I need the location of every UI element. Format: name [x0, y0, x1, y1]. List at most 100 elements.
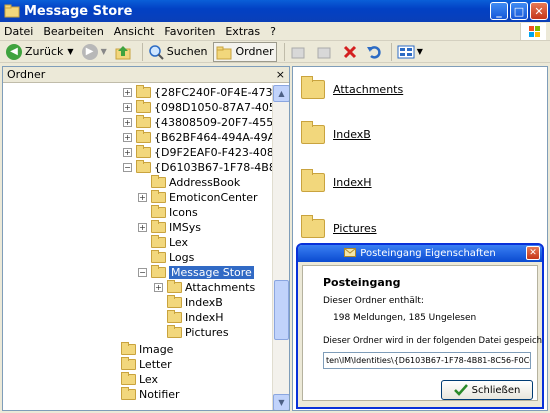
windows-logo-icon — [520, 23, 546, 40]
tree-item[interactable]: − {D6103B67-1F78-4B81-8 — [123, 160, 273, 175]
menu-favoriten[interactable]: Favoriten — [164, 25, 215, 38]
folders-button[interactable]: Ordner — [213, 41, 277, 62]
scroll-up-icon[interactable]: ▲ — [273, 85, 289, 102]
tree-item[interactable]: Image — [121, 342, 173, 357]
up-folder-icon — [115, 45, 131, 59]
folder-icon — [136, 115, 151, 128]
expand-icon[interactable]: + — [123, 118, 132, 127]
vertical-scrollbar[interactable]: ▲ ▼ — [272, 85, 289, 410]
expand-icon[interactable]: + — [123, 103, 132, 112]
folder-pane: Ordner × + {28FC240F-0F4E-4734-B + {098D10… — [2, 66, 290, 411]
file-path-field[interactable]: ten\IM\Identities\{D6103B67-1F78-4B81-8C… — [323, 352, 531, 369]
folder-tree: + {28FC240F-0F4E-4734-B + {098D1050-87A7-4… — [3, 85, 273, 410]
folder-indexh[interactable]: IndexH — [333, 176, 372, 189]
dropdown-arrow-icon: ▼ — [416, 47, 423, 56]
check-icon — [453, 384, 468, 396]
tree-item[interactable]: IndexB — [167, 295, 223, 310]
scroll-thumb[interactable] — [274, 280, 289, 340]
folder-icon[interactable] — [301, 215, 325, 238]
folder-icon — [136, 85, 151, 98]
tree-item[interactable]: AddressBook — [151, 175, 240, 190]
up-folder-button[interactable] — [113, 42, 135, 62]
maximize-button[interactable]: □ — [510, 2, 528, 20]
views-icon — [397, 45, 415, 58]
tree-item[interactable]: + {28FC240F-0F4E-4734-B — [123, 85, 273, 100]
window-title: Message Store — [24, 3, 133, 19]
folder-pictures[interactable]: Pictures — [333, 222, 377, 235]
tree-item-label: Lex — [169, 236, 189, 249]
tree-item[interactable]: + {098D1050-87A7-4056-E — [123, 100, 273, 115]
tree-item[interactable]: Lex — [151, 235, 188, 250]
expand-icon[interactable]: + — [138, 193, 147, 202]
folders-icon — [216, 46, 232, 59]
menu-help[interactable]: ? — [270, 25, 276, 38]
schliessen-button[interactable]: Schließen — [441, 380, 533, 400]
pane-title: Ordner — [7, 68, 46, 81]
folder-icon — [121, 357, 136, 370]
tree-item[interactable]: + {B62BF464-494A-49AE-9 — [123, 130, 273, 145]
folder-icon — [151, 250, 166, 263]
move-to-button[interactable] — [288, 42, 310, 62]
close-pane-icon[interactable]: × — [276, 68, 285, 81]
tree-item[interactable]: + {D9F2EAF0-F423-4089- — [123, 145, 273, 160]
folder-icon[interactable] — [301, 76, 325, 99]
dialog-title: Posteingang Eigenschaften — [360, 248, 496, 259]
dialog-message-counts: 198 Meldungen, 185 Ungelesen — [333, 313, 477, 323]
tree-item[interactable]: Lex — [121, 372, 158, 387]
tree-item[interactable]: IndexH — [167, 310, 224, 325]
folder-icon — [167, 325, 182, 338]
close-button[interactable]: ✕ — [530, 2, 548, 20]
folder-icon[interactable] — [301, 169, 325, 192]
tree-item-label: Lex — [139, 373, 159, 386]
folder-attachments[interactable]: Attachments — [333, 83, 403, 96]
tree-item[interactable]: + EmoticonCenter — [138, 190, 258, 205]
minimize-button[interactable]: _ — [490, 2, 508, 20]
tree-item-label: {D9F2EAF0-F423-4089- — [154, 146, 273, 159]
search-button[interactable]: Suchen — [146, 42, 210, 62]
toolbar-separator — [390, 42, 392, 61]
tree-item-message-store[interactable]: − Message Store — [138, 265, 254, 280]
tree-item[interactable]: Pictures — [167, 325, 229, 340]
expand-icon[interactable]: + — [123, 88, 132, 97]
folder-indexb[interactable]: IndexB — [333, 128, 371, 141]
copy-to-button[interactable] — [314, 42, 336, 62]
folder-icon — [136, 130, 151, 143]
tree-item-label: Pictures — [185, 326, 229, 339]
tree-item[interactable]: + {43808509-20F7-455F-B — [123, 115, 273, 130]
tree-item[interactable]: Notifier — [121, 387, 180, 402]
folder-icon[interactable] — [301, 121, 325, 144]
menu-bearbeiten[interactable]: Bearbeiten — [43, 25, 103, 38]
expand-icon[interactable]: + — [123, 133, 132, 142]
forward-button[interactable]: ▶ ▼ — [80, 42, 109, 62]
search-icon — [148, 44, 164, 60]
tree-item[interactable]: + Attachments — [154, 280, 255, 295]
dialog-close-button[interactable]: ✕ — [526, 246, 540, 260]
tree-item[interactable]: Logs — [151, 250, 194, 265]
back-arrow-icon: ◀ — [6, 43, 22, 60]
dropdown-arrow-icon: ▼ — [67, 47, 74, 56]
back-label: Zurück — [25, 45, 64, 58]
menu-ansicht[interactable]: Ansicht — [114, 25, 155, 38]
expand-icon[interactable]: + — [154, 283, 163, 292]
tree-item-label: Image — [139, 343, 174, 356]
collapse-icon[interactable]: − — [123, 163, 132, 172]
menu-datei[interactable]: Datei — [4, 25, 33, 38]
toolbar: ◀ Zurück ▼ ▶ ▼ Suchen Ordner ▼ — [0, 41, 550, 63]
undo-button[interactable] — [364, 42, 384, 62]
menu-extras[interactable]: Extras — [225, 25, 260, 38]
envelope-icon — [344, 247, 357, 260]
collapse-icon[interactable]: − — [138, 268, 147, 277]
scroll-down-icon[interactable]: ▼ — [273, 394, 289, 410]
expand-icon[interactable]: + — [123, 148, 132, 157]
views-button[interactable]: ▼ — [395, 42, 425, 62]
expand-icon[interactable]: + — [138, 223, 147, 232]
title-bar: Message Store _ □ ✕ — [0, 0, 550, 22]
folder-icon — [151, 205, 166, 218]
back-button[interactable]: ◀ Zurück ▼ — [4, 42, 76, 62]
tree-item[interactable]: Icons — [151, 205, 198, 220]
delete-button[interactable] — [340, 42, 360, 62]
tree-item-label: Notifier — [139, 388, 180, 401]
tree-item[interactable]: + IMSys — [138, 220, 201, 235]
tree-item[interactable]: Letter — [121, 357, 172, 372]
tree-item-label: {43808509-20F7-455F-B — [154, 116, 273, 129]
